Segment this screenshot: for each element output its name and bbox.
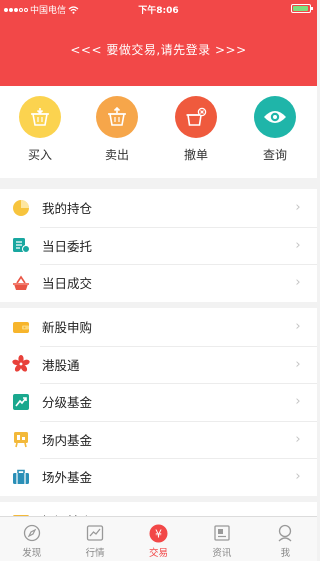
- battery-level: [293, 6, 309, 11]
- menu-item-label: 分级基金: [42, 395, 93, 411]
- tab-news[interactable]: 资讯: [190, 517, 253, 561]
- tab-label: 我: [280, 548, 291, 559]
- chevron-right-icon: ›: [295, 356, 301, 372]
- chevron-right-icon: ›: [295, 319, 301, 335]
- chevron-right-icon: ›: [295, 237, 301, 253]
- news-icon: [190, 523, 253, 543]
- market-icon: [63, 523, 126, 543]
- buy-button[interactable]: 买入: [10, 96, 70, 163]
- clock: 下午8:06: [138, 6, 179, 16]
- chevron-right-icon: ›: [295, 469, 301, 485]
- trend-up-icon: [11, 392, 31, 412]
- menu-item-today-orders[interactable]: 当日委托 ›: [0, 226, 317, 265]
- trade-icon: ¥: [127, 523, 190, 543]
- buy-label: 买入: [27, 148, 52, 162]
- basket-out-icon: [96, 96, 138, 138]
- briefcase-icon: [11, 467, 31, 487]
- basket-cancel-icon: [175, 96, 217, 138]
- board-icon: [11, 429, 31, 449]
- menu-item-graded-fund[interactable]: 分级基金 ›: [0, 383, 317, 421]
- menu-item-label: 场内基金: [42, 432, 93, 448]
- tab-label: 发现: [22, 548, 42, 559]
- menu-item-label: 我的持仓: [42, 201, 93, 217]
- eye-icon: [254, 96, 296, 138]
- cancel-order-label: 撤单: [183, 148, 208, 162]
- tab-bar: 发现 行情 ¥ 交易 资讯 我: [0, 516, 317, 561]
- menu-item-onsite-fund[interactable]: 场内基金 ›: [0, 420, 317, 459]
- tab-trade[interactable]: ¥ 交易: [127, 517, 190, 561]
- menu-item-my-positions[interactable]: 我的持仓 ›: [0, 189, 317, 227]
- tab-label: 资讯: [212, 548, 232, 559]
- delegation-icon: [11, 235, 31, 255]
- menu-item-offsite-fund[interactable]: 场外基金 ›: [0, 458, 317, 496]
- tab-discover[interactable]: 发现: [0, 517, 63, 561]
- chevron-right-icon: ›: [295, 275, 301, 291]
- menu-group-products: 新股申购 › 港股通 › 分级基金 › 场内基金 › 场外基金 ›: [0, 308, 317, 496]
- login-prompt-link[interactable]: <<< 要做交易,请先登录 >>>: [0, 41, 317, 58]
- deal-icon: [11, 273, 31, 293]
- query-button[interactable]: 查询: [245, 96, 305, 163]
- menu-item-label: 港股通: [42, 357, 80, 373]
- quick-actions: 买入 卖出 撤单 查询: [0, 86, 317, 178]
- battery-icon: [291, 4, 313, 13]
- trade-screen: 中国电信 下午8:06 <<< 要做交易,请先登录 >>> 买入 卖出 撤单 查…: [0, 0, 317, 561]
- sell-label: 卖出: [104, 148, 129, 162]
- tab-market[interactable]: 行情: [63, 517, 126, 561]
- menu-item-today-deals[interactable]: 当日成交 ›: [0, 264, 317, 302]
- profile-icon: [254, 523, 317, 543]
- query-label: 查询: [262, 148, 287, 162]
- cancel-order-button[interactable]: 撤单: [166, 96, 226, 163]
- wallet-icon: [11, 317, 31, 337]
- tab-label: 行情: [85, 548, 105, 559]
- discover-icon: [0, 523, 63, 543]
- menu-item-label: 场外基金: [42, 470, 93, 486]
- status-bar: 中国电信 下午8:06: [0, 0, 317, 18]
- menu-item-label: 新股申购: [42, 320, 93, 336]
- pie-chart-icon: [11, 198, 31, 218]
- chevron-right-icon: ›: [295, 200, 301, 216]
- bauhinia-icon: [11, 354, 31, 374]
- sell-button[interactable]: 卖出: [87, 96, 147, 163]
- tab-label: 交易: [149, 548, 169, 559]
- basket-in-icon: [19, 96, 61, 138]
- menu-group-positions: 我的持仓 › 当日委托 › 当日成交 ›: [0, 189, 317, 302]
- menu-item-ipo-subscription[interactable]: 新股申购 ›: [0, 308, 317, 346]
- chevron-right-icon: ›: [295, 431, 301, 447]
- menu-item-hk-connect[interactable]: 港股通 ›: [0, 345, 317, 384]
- chevron-right-icon: ›: [295, 394, 301, 410]
- menu-item-label: 当日成交: [42, 276, 93, 292]
- header: 中国电信 下午8:06 <<< 要做交易,请先登录 >>>: [0, 0, 317, 86]
- svg-text:¥: ¥: [155, 527, 162, 540]
- menu-item-label: 当日委托: [42, 238, 93, 254]
- tab-me[interactable]: 我: [254, 517, 317, 561]
